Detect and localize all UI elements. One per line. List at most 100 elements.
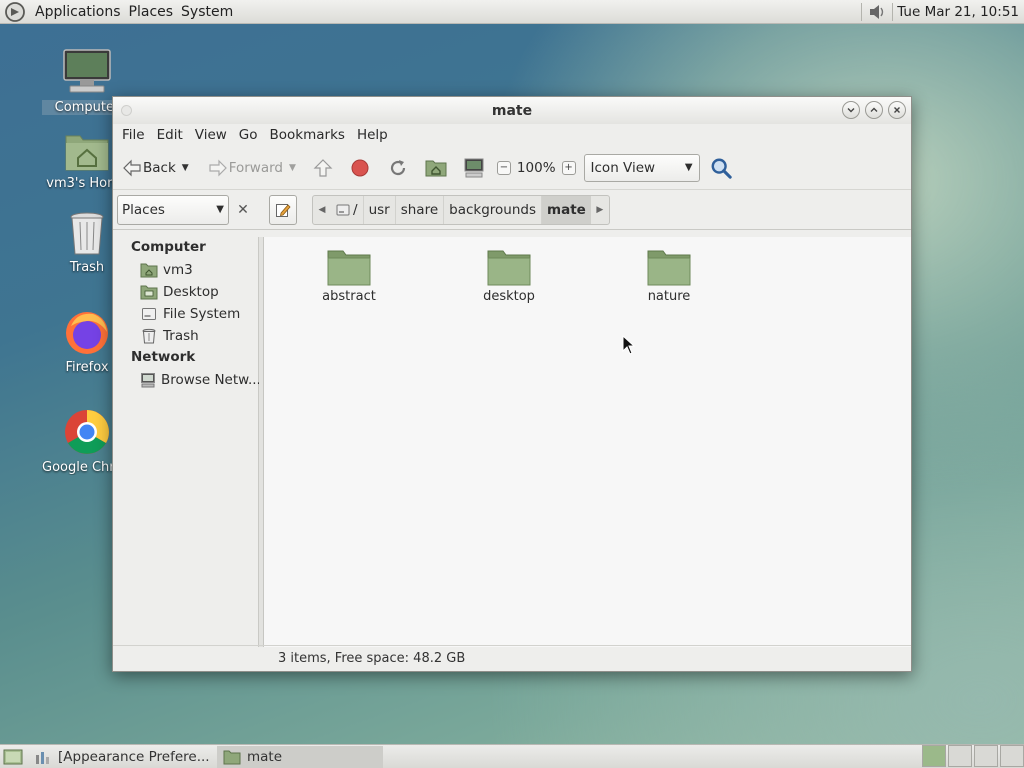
taskbar-item-appearance[interactable]: [Appearance Prefere... [52,746,217,768]
mate-logo-icon[interactable] [4,1,26,23]
close-button[interactable] [888,101,906,119]
toolbar: Back ▼ Forward ▼ − 100% + Icon View ▼ [113,146,911,190]
places-sidebar: Computer vm3 Desktop File System Trash N… [113,237,261,647]
window-titlebar[interactable]: mate [113,97,911,124]
close-sidebar-icon[interactable]: ✕ [231,202,255,218]
sidebar-heading-computer: Computer [131,239,206,255]
workspace-1[interactable] [922,744,946,767]
stop-icon[interactable] [349,157,371,179]
dropdown-caret-icon: ▼ [684,162,693,173]
applications-menu[interactable]: Applications [31,4,125,20]
window-title: mate [491,102,533,119]
dropdown-caret-icon: ▼ [216,204,224,215]
sidebar-item-vm3[interactable]: vm3 [113,259,258,281]
computer-icon [63,49,111,93]
show-desktop-icon[interactable] [2,746,24,768]
folder-icon [223,750,241,764]
path-scroll-right-icon[interactable]: ▶ [591,205,609,215]
reload-icon[interactable] [387,157,409,179]
breadcrumb-backgrounds[interactable]: backgrounds [443,195,541,224]
sidebar-type-select[interactable]: Places ▼ [117,194,229,225]
breadcrumb-share[interactable]: share [394,195,443,224]
breadcrumb-mate[interactable]: mate [541,195,591,224]
panel-separator [892,2,894,21]
zoom-level[interactable]: 100% [517,160,556,176]
bottom-panel: [Appearance Prefere... mate [0,744,1024,768]
file-item-abstract[interactable]: abstract [299,247,399,304]
breadcrumb-root[interactable]: / [331,196,363,224]
file-manager-window: mate File Edit View Go Bookmarks Help Ba… [112,96,912,672]
minimize-button[interactable] [842,101,860,119]
menu-go[interactable]: Go [233,127,264,143]
folder-icon [327,250,371,286]
panel-separator [861,2,863,21]
top-panel: Applications Places System Tue Mar 21, 1… [0,0,1024,24]
content-area: Computer vm3 Desktop File System Trash N… [113,237,911,647]
menu-file[interactable]: File [116,127,151,143]
computer-icon[interactable] [463,157,485,179]
location-bar: Places ▼ ✕ ◀ / usr share backgrounds mat… [113,190,911,230]
file-icon-view[interactable]: abstract desktop nature [264,237,911,647]
menu-bookmarks[interactable]: Bookmarks [264,127,351,143]
close-icon [894,107,900,113]
sidebar-type-value: Places [122,201,165,218]
toggle-location-entry-button[interactable] [269,194,297,225]
places-menu[interactable]: Places [125,4,178,20]
volume-icon[interactable] [866,2,888,22]
trash-icon [140,327,158,345]
system-menu[interactable]: System [177,4,237,20]
chevron-down-icon [847,108,855,113]
forward-button[interactable]: Forward ▼ [207,157,296,179]
sidebar-heading-network: Network [131,349,196,365]
back-button[interactable]: Back ▼ [121,157,189,179]
back-history-dropdown[interactable]: ▼ [182,163,189,173]
drive-icon [336,204,350,215]
folder-icon [647,250,691,286]
file-item-desktop[interactable]: desktop [459,247,559,304]
forward-arrow-icon [207,157,229,179]
zoom-in-button[interactable]: + [561,160,576,175]
chrome-icon [65,410,109,454]
trash-icon [70,212,104,255]
workspace-3[interactable] [974,744,998,767]
sidebar-item-browse-network[interactable]: Browse Netw... [113,369,261,391]
workspace-4[interactable] [1000,744,1024,767]
up-arrow-icon[interactable] [312,157,334,179]
zoom-out-button[interactable]: − [496,160,511,175]
sidebar-item-file-system[interactable]: File System [113,303,258,325]
mouse-cursor-icon [622,335,636,355]
breadcrumb-usr[interactable]: usr [362,195,395,224]
file-item-nature[interactable]: nature [619,247,719,304]
forward-history-dropdown[interactable]: ▼ [289,163,296,173]
path-scroll-left-icon[interactable]: ◀ [313,205,331,215]
clock[interactable]: Tue Mar 21, 10:51 [897,4,1024,20]
workspace-switcher [920,744,1024,768]
network-icon [140,371,156,389]
sidebar-item-trash[interactable]: Trash [113,325,258,347]
sidebar-item-desktop[interactable]: Desktop [113,281,258,303]
view-mode-select[interactable]: Icon View ▼ [583,153,700,182]
menu-view[interactable]: View [189,127,233,143]
chevron-up-icon [870,107,878,112]
view-mode-value: Icon View [590,159,656,176]
status-text: 3 items, Free space: 48.2 GB [278,651,466,666]
home-icon [140,261,158,279]
menubar: File Edit View Go Bookmarks Help [113,124,911,146]
forward-label: Forward [228,159,283,176]
firefox-icon [66,312,108,354]
desktop-folder-icon [140,283,158,301]
back-arrow-icon [121,157,143,179]
folder-icon [487,250,531,286]
menu-help[interactable]: Help [351,127,394,143]
back-label: Back [143,159,176,176]
taskbar-item-mate[interactable]: mate [217,745,383,768]
drive-icon [140,305,158,323]
appearance-icon [34,746,52,768]
search-icon[interactable] [710,157,732,179]
menu-edit[interactable]: Edit [151,127,189,143]
home-icon[interactable] [425,157,447,179]
edit-icon [276,203,291,217]
maximize-button[interactable] [865,101,883,119]
workspace-2[interactable] [948,744,972,767]
window-menu-icon[interactable] [121,105,132,116]
